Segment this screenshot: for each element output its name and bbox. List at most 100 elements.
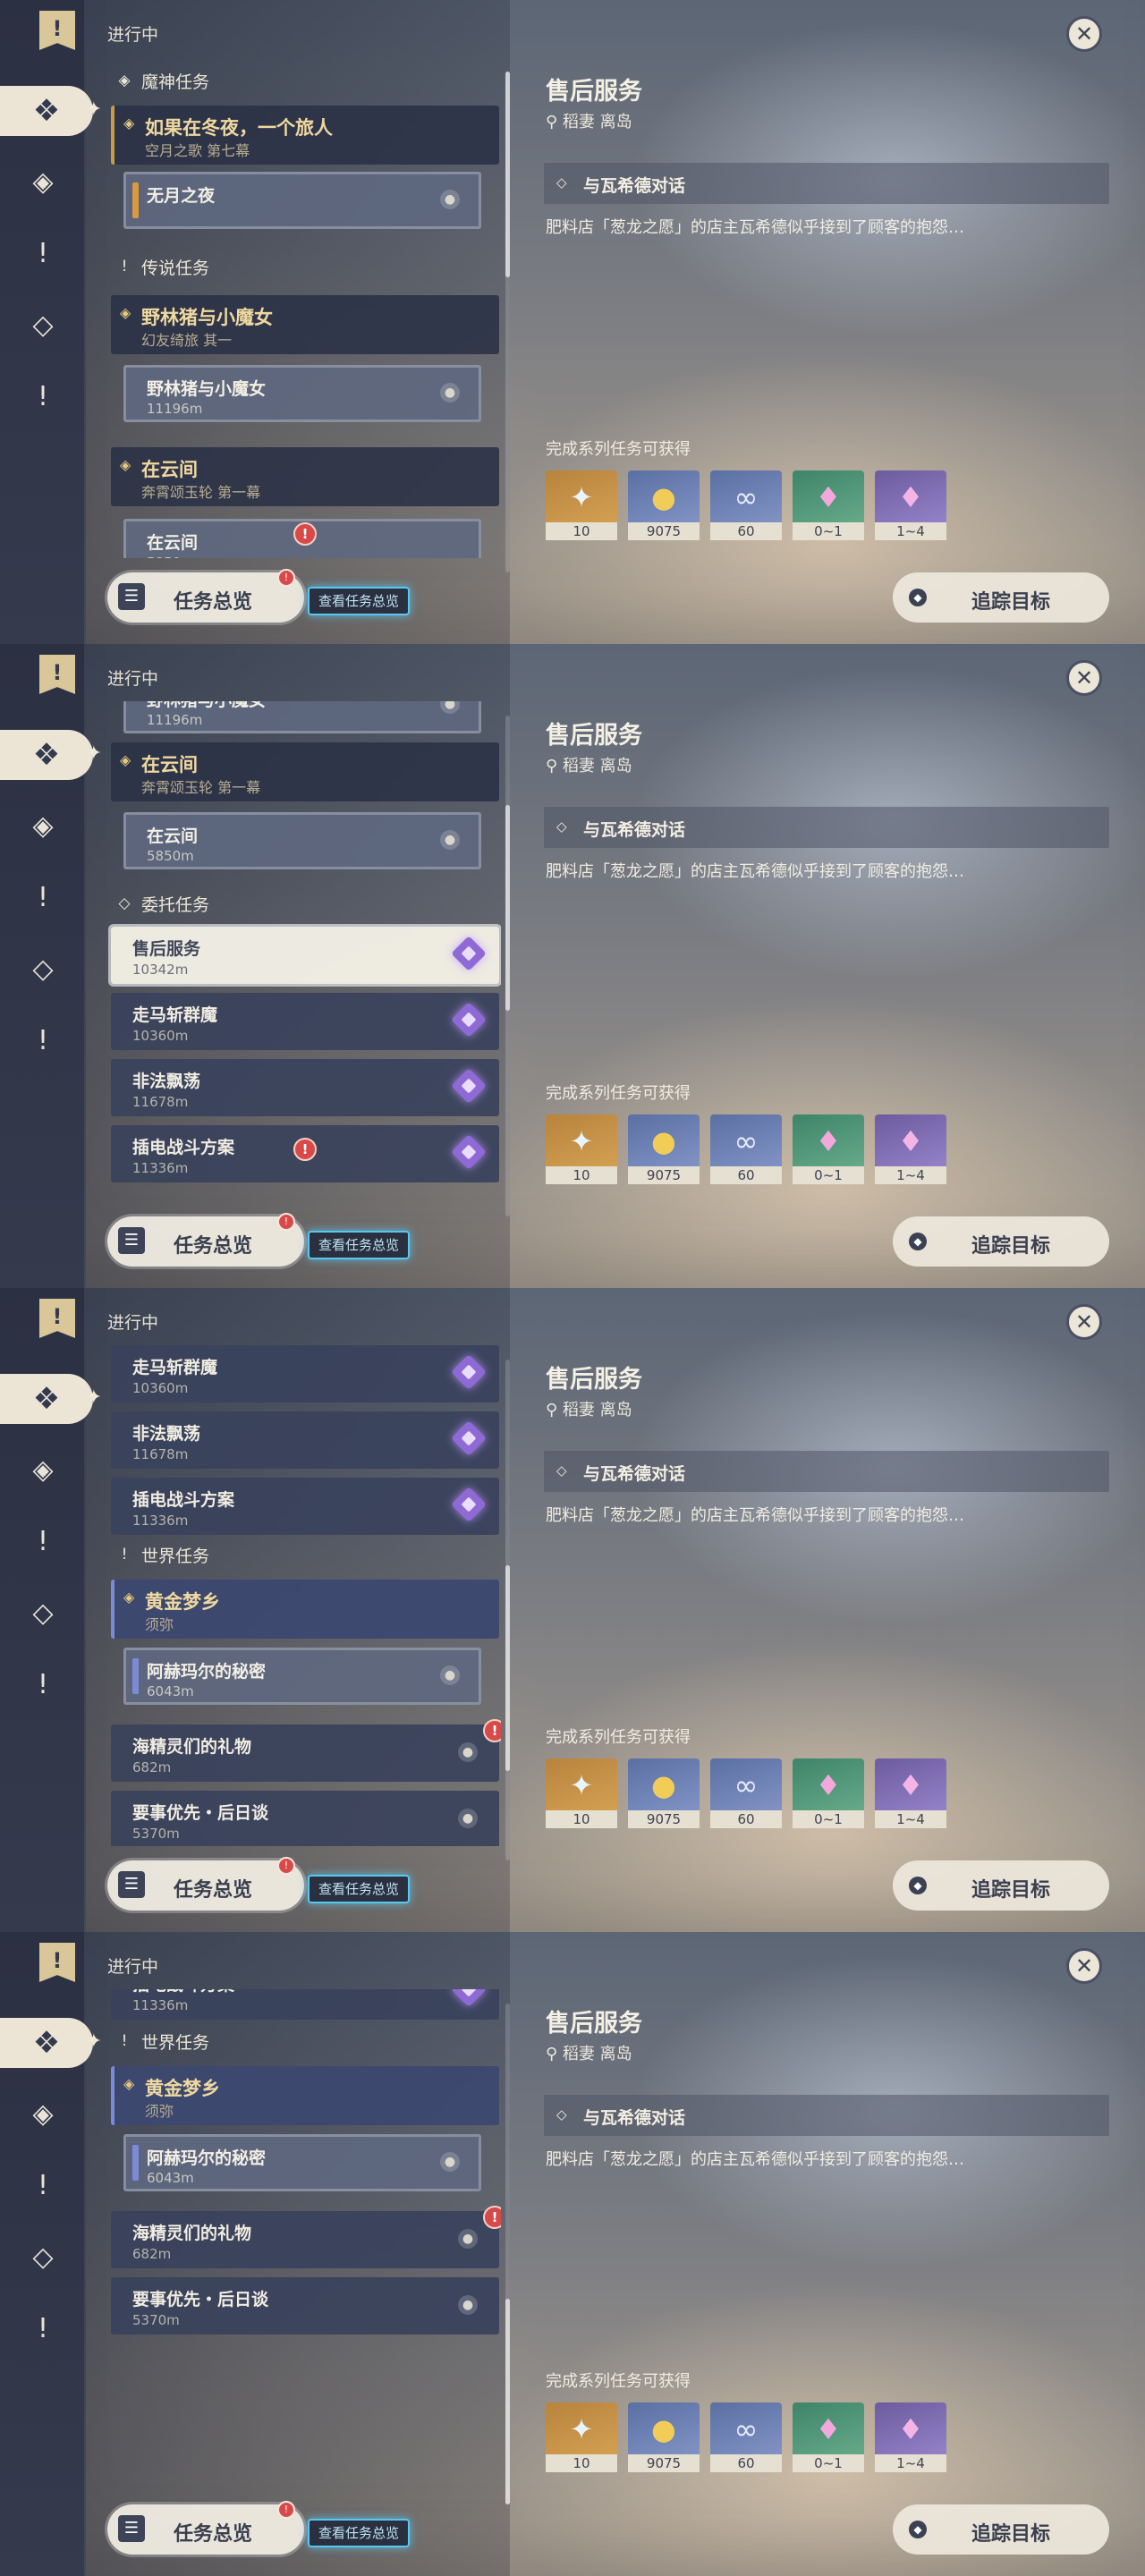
quest-item-priority[interactable]: 要事优先・后日谈 5370m ● — [111, 1791, 499, 1846]
close-button[interactable]: ✕ — [1066, 660, 1102, 696]
quest-item-zouma[interactable]: 走马斩群魔 10360m — [111, 993, 499, 1050]
quest-group-golden[interactable]: ◈ 黄金梦乡 须弥 — [111, 2066, 499, 2125]
quest-group-clouds[interactable]: ◈ 在云间 奔霄颂玉轮 第一幕 — [111, 742, 499, 801]
quest-group-golden[interactable]: ◈ 黄金梦乡 须弥 — [111, 1580, 499, 1639]
tab-story[interactable]: ! — [25, 1524, 61, 1560]
overview-tooltip[interactable]: 查看任务总览 — [308, 1231, 411, 1259]
tab-all-quests[interactable]: ❖ ✦ — [0, 1374, 102, 1424]
quest-overview-button[interactable]: ☰ 任务总览! — [107, 2501, 304, 2555]
overview-tooltip[interactable]: 查看任务总览 — [308, 1875, 411, 1903]
track-button[interactable]: ◆ 追踪目标 — [893, 2504, 1109, 2555]
track-button[interactable]: ◆ 追踪目标 — [893, 572, 1109, 623]
quest-item-moonless[interactable]: 无月之夜 ● — [123, 172, 481, 229]
quest-overview-button[interactable]: ☰ 任务总览! — [107, 569, 304, 623]
quest-list[interactable]: 插电战斗方案 11336m ! 世界任务 ◈ 黄金梦乡 须弥 阿赫玛尔的秘密 60… — [107, 1989, 501, 2490]
tab-story[interactable]: ! — [25, 880, 61, 916]
reward-crystal-purple[interactable]: ♦ 1~4 — [875, 1758, 946, 1828]
tab-commission[interactable]: ◇ — [25, 2240, 61, 2275]
tab-all-quests[interactable]: ❖ ✦ — [0, 730, 102, 780]
tab-story[interactable]: ! — [25, 2168, 61, 2204]
location-pin-icon[interactable]: ● — [458, 2229, 478, 2249]
quest-overview-button[interactable]: ☰ 任务总览! — [107, 1857, 304, 1911]
close-button[interactable]: ✕ — [1066, 1948, 1102, 1984]
quest-group-winter-night[interactable]: ◈ 如果在冬夜，一个旅人 空月之歌 第七幕 — [111, 106, 499, 165]
rewards-label: 完成系列任务可获得 — [546, 1728, 691, 1747]
tab-archon[interactable]: ◈ — [25, 1453, 61, 1488]
tab-commission[interactable]: ◇ — [25, 308, 61, 343]
reward-crystal-purple[interactable]: ♦ 1~4 — [875, 1114, 946, 1184]
tab-archon[interactable]: ◈ — [25, 2097, 61, 2132]
quest-item-chadian[interactable]: 插电战斗方案 11336m — [111, 1989, 499, 2020]
tab-archon[interactable]: ◈ — [25, 165, 61, 200]
reward-primogem[interactable]: ✦ 10 — [546, 1758, 617, 1828]
quest-item-clouds[interactable]: 在云间 5850m ● — [123, 812, 481, 869]
overview-tooltip[interactable]: 查看任务总览 — [308, 2519, 411, 2547]
scroll-thumb[interactable] — [505, 2299, 510, 2504]
location-pin-icon[interactable]: ● — [440, 701, 460, 714]
location-pin-icon[interactable]: ● — [440, 383, 460, 402]
quest-group-boar[interactable]: ◈ 野林猪与小魔女 幻友绮旅 其一 — [111, 295, 499, 354]
location-pin-icon[interactable]: ● — [440, 190, 460, 209]
tab-all-quests[interactable]: ❖ ✦ — [0, 2018, 102, 2068]
reward-companionship[interactable]: ∞ 60 — [710, 1758, 782, 1828]
quest-item-ahemar[interactable]: 阿赫玛尔的秘密 6043m ● — [123, 1648, 481, 1705]
reward-companionship[interactable]: ∞ 60 — [710, 1114, 782, 1184]
quest-sidebar: ! ❖ ✦ ◈ ! ◇ ! — [0, 1288, 102, 1932]
quest-item-chadian[interactable]: 插电战斗方案 11336m — [111, 1478, 499, 1535]
tab-world[interactable]: ! — [25, 1023, 61, 1059]
track-button[interactable]: ◆ 追踪目标 — [893, 1860, 1109, 1911]
location-pin-icon[interactable]: ● — [440, 2152, 460, 2172]
tab-world[interactable]: ! — [25, 1667, 61, 1703]
close-button[interactable]: ✕ — [1066, 1304, 1102, 1340]
scroll-thumb[interactable] — [505, 1565, 510, 1771]
reward-crystal-green[interactable]: ♦ 0~1 — [793, 1758, 864, 1828]
reward-primogem[interactable]: ✦ 10 — [546, 1114, 617, 1184]
tab-world[interactable]: ! — [25, 379, 61, 415]
location-pin-icon[interactable]: ● — [458, 1809, 478, 1828]
tab-all-quests[interactable]: ❖ ✦ — [0, 86, 102, 136]
quest-item-sea-spirits[interactable]: 海精灵们的礼物 682m ● — [111, 2211, 499, 2268]
location-pin-icon[interactable]: ● — [458, 1742, 478, 1762]
reward-companionship[interactable]: ∞ 60 — [710, 470, 782, 540]
quest-item-zouma[interactable]: 走马斩群魔 10360m — [111, 1345, 499, 1402]
reward-crystal-green[interactable]: ♦ 0~1 — [793, 2402, 864, 2472]
quest-list[interactable]: 走马斩群魔 10360m 非法飘荡 11678m 插电战斗方案 11336m !… — [107, 1345, 501, 1846]
scroll-thumb[interactable] — [505, 72, 510, 277]
location-pin-icon[interactable]: ● — [440, 830, 460, 850]
location-pin-icon[interactable]: ● — [440, 1665, 460, 1685]
quest-list[interactable]: ◈ 魔神任务 ◈ 如果在冬夜，一个旅人 空月之歌 第七幕 无月之夜 ● ! 传说任务… — [107, 57, 501, 558]
reward-mora[interactable]: ● 9075 — [628, 470, 700, 540]
quest-overview-button[interactable]: ☰ 任务总览! — [107, 1213, 304, 1267]
location-pin-icon[interactable]: ● — [458, 2295, 478, 2315]
scroll-thumb[interactable] — [505, 805, 510, 1011]
quest-item-feifa[interactable]: 非法飘荡 11678m — [111, 1059, 499, 1116]
tab-world[interactable]: ! — [25, 2311, 61, 2347]
quest-item-boar[interactable]: 野林猪与小魔女 11196m ● — [123, 365, 481, 422]
tab-commission[interactable]: ◇ — [25, 1596, 61, 1631]
reward-crystal-green[interactable]: ♦ 0~1 — [793, 470, 864, 540]
quest-item-ahemar[interactable]: 阿赫玛尔的秘密 6043m ● — [123, 2134, 481, 2191]
reward-crystal-green[interactable]: ♦ 0~1 — [793, 1114, 864, 1184]
reward-mora[interactable]: ● 9075 — [628, 1758, 700, 1828]
reward-crystal-purple[interactable]: ♦ 1~4 — [875, 470, 946, 540]
reward-primogem[interactable]: ✦ 10 — [546, 470, 617, 540]
reward-crystal-purple[interactable]: ♦ 1~4 — [875, 2402, 946, 2472]
close-button[interactable]: ✕ — [1066, 16, 1102, 52]
quest-item-sea-spirits[interactable]: 海精灵们的礼物 682m ● — [111, 1724, 499, 1782]
reward-primogem[interactable]: ✦ 10 — [546, 2402, 617, 2472]
quest-item-priority[interactable]: 要事优先・后日谈 5370m ● — [111, 2277, 499, 2334]
reward-mora[interactable]: ● 9075 — [628, 2402, 700, 2472]
overview-tooltip[interactable]: 查看任务总览 — [308, 587, 411, 615]
tab-commission[interactable]: ◇ — [25, 952, 61, 987]
tab-archon[interactable]: ◈ — [25, 809, 61, 844]
category-world: ! 世界任务 — [114, 2027, 209, 2055]
track-button[interactable]: ◆ 追踪目标 — [893, 1216, 1109, 1267]
quest-item-feifa[interactable]: 非法飘荡 11678m — [111, 1411, 499, 1469]
reward-mora[interactable]: ● 9075 — [628, 1114, 700, 1184]
quest-item-boar[interactable]: 野林猪与小魔女 11196m ● — [123, 701, 481, 733]
quest-item-after-sales[interactable]: 售后服务 10342m — [111, 927, 499, 984]
quest-group-clouds[interactable]: ◈ 在云间 奔霄颂玉轮 第一幕 — [111, 447, 499, 506]
quest-list[interactable]: 野林猪与小魔女 11196m ● ◈ 在云间 奔霄颂玉轮 第一幕 在云间 585… — [107, 701, 501, 1202]
tab-story[interactable]: ! — [25, 236, 61, 272]
reward-companionship[interactable]: ∞ 60 — [710, 2402, 782, 2472]
